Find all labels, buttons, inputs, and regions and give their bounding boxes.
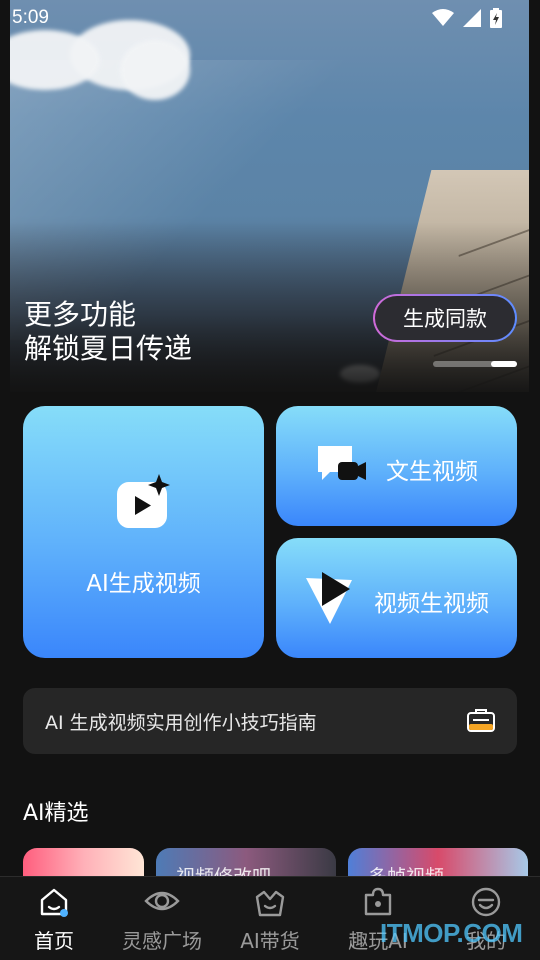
featured-item[interactable]: 视频修改吧 — [156, 848, 336, 878]
hero-title-line2: 解锁夏日传递 — [24, 332, 193, 365]
featured-item[interactable] — [23, 848, 144, 878]
smile-icon — [471, 887, 501, 917]
puzzle-icon — [364, 887, 392, 916]
nav-ai-sales[interactable]: AI带货 — [216, 877, 324, 960]
hero-title-line1: 更多功能 — [24, 298, 137, 331]
text-to-video-card[interactable]: 文生视频 — [276, 406, 517, 526]
watermark: ITMOP.COM — [380, 918, 523, 948]
ai-video-label: AI生成视频 — [86, 571, 201, 597]
nav-inspiration[interactable]: 灵感广场 — [108, 877, 216, 960]
ai-video-icon — [117, 474, 170, 528]
carousel-indicator — [433, 361, 517, 367]
guide-text: AI 生成视频实用创作小技巧指南 — [45, 711, 317, 734]
hero-title: 更多功能 解锁夏日传递 — [24, 298, 192, 366]
text-to-video-label: 文生视频 — [386, 459, 478, 485]
video-to-video-label: 视频生视频 — [374, 591, 489, 617]
signal-icon — [463, 9, 481, 27]
generate-same-button[interactable]: 生成同款 — [373, 294, 517, 342]
featured-item[interactable]: 多帧视频 — [348, 848, 528, 878]
creation-guide-banner[interactable]: AI 生成视频实用创作小技巧指南 — [23, 688, 517, 754]
nav-home[interactable]: 首页 — [0, 877, 108, 960]
status-bar: 5:09 — [0, 0, 540, 36]
video-to-video-card[interactable]: 视频生视频 — [276, 538, 517, 658]
wifi-icon — [432, 9, 454, 26]
nav-label-inspiration: 灵感广场 — [122, 929, 202, 953]
featured-list: 视频修改吧 多帧视频 — [0, 848, 540, 878]
video-video-icon — [306, 572, 352, 624]
home-icon — [40, 888, 68, 917]
briefcase-icon — [467, 709, 495, 732]
cloud — [120, 40, 190, 100]
nav-label-ai-sales: AI带货 — [240, 929, 300, 953]
shopping-bag-icon — [255, 890, 285, 917]
status-time: 5:09 — [12, 7, 49, 28]
ai-video-card[interactable]: AI生成视频 — [23, 406, 264, 658]
nav-label-home: 首页 — [34, 929, 74, 953]
battery-icon — [490, 8, 502, 28]
section-title: AI精选 — [23, 801, 89, 826]
text-video-icon — [318, 446, 366, 480]
eye-icon — [144, 891, 180, 911]
